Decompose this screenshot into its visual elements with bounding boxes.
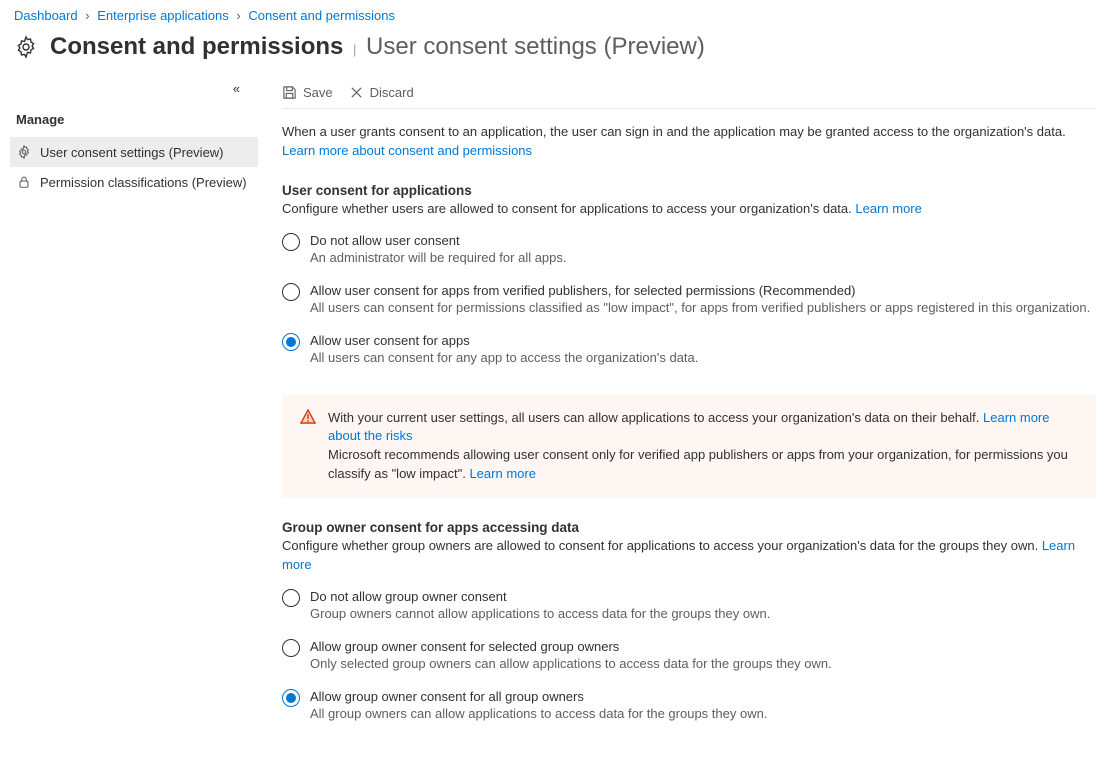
section-user-consent: User consent for applications Configure … <box>282 183 1096 379</box>
sidebar-item-label: User consent settings (Preview) <box>40 145 224 160</box>
save-button[interactable]: Save <box>282 85 333 100</box>
breadcrumb: Dashboard › Enterprise applications › Co… <box>0 0 1118 27</box>
radio-option-selected-group-owners[interactable]: Allow group owner consent for selected g… <box>282 635 1096 685</box>
save-icon <box>282 85 297 100</box>
sidebar-item-user-consent[interactable]: User consent settings (Preview) <box>10 137 258 167</box>
sidebar-item-permission-classifications[interactable]: Permission classifications (Preview) <box>10 167 258 197</box>
discard-button[interactable]: Discard <box>349 85 414 100</box>
radio-label: Allow group owner consent for all group … <box>310 689 767 704</box>
main-content: Save Discard When a user grants consent … <box>258 79 1118 765</box>
warning-text: With your current user settings, all use… <box>328 410 979 425</box>
radio-label: Do not allow user consent <box>310 233 567 248</box>
radio-desc: Only selected group owners can allow app… <box>310 656 832 671</box>
toolbar: Save Discard <box>282 79 1096 109</box>
radio-icon <box>282 589 300 607</box>
page-header: Consent and permissions | User consent s… <box>0 27 1118 79</box>
close-icon <box>349 85 364 100</box>
radio-label: Allow user consent for apps <box>310 333 698 348</box>
user-consent-radio-group: Do not allow user consent An administrat… <box>282 229 1096 379</box>
radio-label: Allow user consent for apps from verifie… <box>310 283 1090 298</box>
section-desc: Configure whether group owners are allow… <box>282 537 1096 575</box>
group-owner-consent-radio-group: Do not allow group owner consent Group o… <box>282 585 1096 735</box>
sidebar-item-label: Permission classifications (Preview) <box>40 175 247 190</box>
breadcrumb-link-consent[interactable]: Consent and permissions <box>248 8 395 23</box>
collapse-sidebar-button[interactable]: « <box>10 79 258 106</box>
lock-icon <box>16 174 32 190</box>
chevron-double-left-icon: « <box>233 81 240 96</box>
page-title: Consent and permissions <box>50 33 343 60</box>
radio-option-all-apps[interactable]: Allow user consent for apps All users ca… <box>282 329 1096 379</box>
breadcrumb-link-enterprise-apps[interactable]: Enterprise applications <box>97 8 229 23</box>
gear-icon <box>14 35 38 59</box>
radio-icon <box>282 283 300 301</box>
radio-option-verified-publishers[interactable]: Allow user consent for apps from verifie… <box>282 279 1096 329</box>
intro-text: When a user grants consent to an applica… <box>282 123 1096 161</box>
section-desc: Configure whether users are allowed to c… <box>282 200 1096 219</box>
radio-option-all-group-owners[interactable]: Allow group owner consent for all group … <box>282 685 1096 735</box>
radio-icon <box>282 333 300 351</box>
section-group-owner-consent: Group owner consent for apps accessing d… <box>282 520 1096 735</box>
learn-more-consent-link[interactable]: Learn more about consent and permissions <box>282 143 532 158</box>
page-subtitle: User consent settings (Preview) <box>366 33 705 60</box>
section-title: Group owner consent for apps accessing d… <box>282 520 1096 535</box>
radio-desc: All group owners can allow applications … <box>310 706 767 721</box>
sidebar-heading: Manage <box>10 106 258 137</box>
radio-icon <box>282 233 300 251</box>
warning-banner: With your current user settings, all use… <box>282 395 1096 498</box>
radio-label: Do not allow group owner consent <box>310 589 770 604</box>
radio-desc: All users can consent for any app to acc… <box>310 350 698 365</box>
radio-desc: Group owners cannot allow applications t… <box>310 606 770 621</box>
radio-desc: An administrator will be required for al… <box>310 250 567 265</box>
radio-option-no-consent[interactable]: Do not allow user consent An administrat… <box>282 229 1096 279</box>
radio-label: Allow group owner consent for selected g… <box>310 639 832 654</box>
radio-desc: All users can consent for permissions cl… <box>310 300 1090 315</box>
breadcrumb-link-dashboard[interactable]: Dashboard <box>14 8 78 23</box>
radio-icon <box>282 639 300 657</box>
chevron-right-icon: › <box>236 8 240 23</box>
gear-icon <box>16 144 32 160</box>
warning-recommendation: Microsoft recommends allowing user conse… <box>328 447 1068 481</box>
warning-icon <box>300 409 316 425</box>
learn-more-link[interactable]: Learn more <box>469 466 535 481</box>
chevron-right-icon: › <box>85 8 89 23</box>
radio-icon <box>282 689 300 707</box>
radio-option-no-group-consent[interactable]: Do not allow group owner consent Group o… <box>282 585 1096 635</box>
sidebar: « Manage User consent settings (Preview)… <box>0 79 258 765</box>
learn-more-link[interactable]: Learn more <box>855 201 921 216</box>
section-title: User consent for applications <box>282 183 1096 198</box>
